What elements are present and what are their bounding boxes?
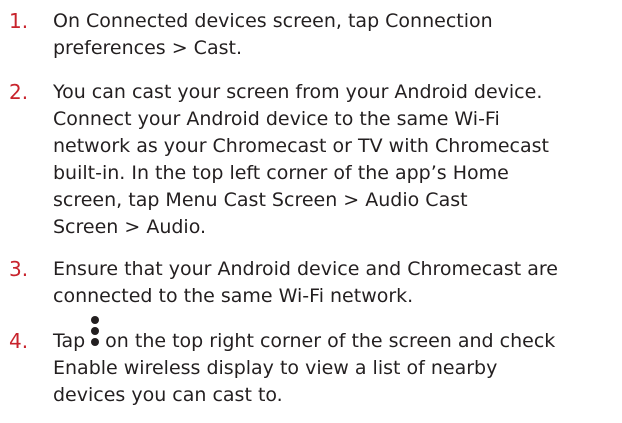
step-number: 3. (9, 257, 29, 281)
instruction-steps: 1. On Connected devices screen, tap Conn… (0, 0, 622, 423)
step-line: built-in. In the top left corner of the … (53, 162, 509, 184)
step-line-text: Tap (53, 330, 86, 352)
step-line: You can cast your screen from your Andro… (53, 81, 543, 103)
step-line: screen, tap Menu Cast Screen > Audio Cas… (53, 189, 468, 211)
step-line: On Connected devices screen, tap Connect… (53, 10, 493, 32)
step-line: network as your Chromecast or TV with Ch… (53, 135, 549, 157)
step-text: On Connected devices screen, tap Connect… (53, 8, 613, 62)
step-line: preferences > Cast. (53, 37, 242, 59)
step-line: devices you can cast to. (53, 384, 283, 406)
step-line-text: on the top right corner of the screen an… (105, 330, 556, 352)
step-line: Connect your Android device to the same … (53, 108, 500, 130)
more-vert-icon (89, 316, 101, 355)
step-text: Tap on the top right corner of the screen… (53, 316, 613, 409)
step-line: Enable wireless display to view a list o… (53, 357, 498, 379)
step-line-with-icon: Tap on the top right corner of the screen… (53, 316, 613, 355)
step-text: You can cast your screen from your Andro… (53, 79, 613, 241)
step-text: Ensure that your Android device and Chro… (53, 256, 613, 310)
step-line: Screen > Audio. (53, 216, 207, 238)
step-number: 4. (9, 329, 29, 353)
step-line: connected to the same Wi-Fi network. (53, 285, 414, 307)
step-number: 2. (9, 80, 29, 104)
step-number: 1. (9, 9, 29, 33)
step-line: Ensure that your Android device and Chro… (53, 258, 558, 280)
